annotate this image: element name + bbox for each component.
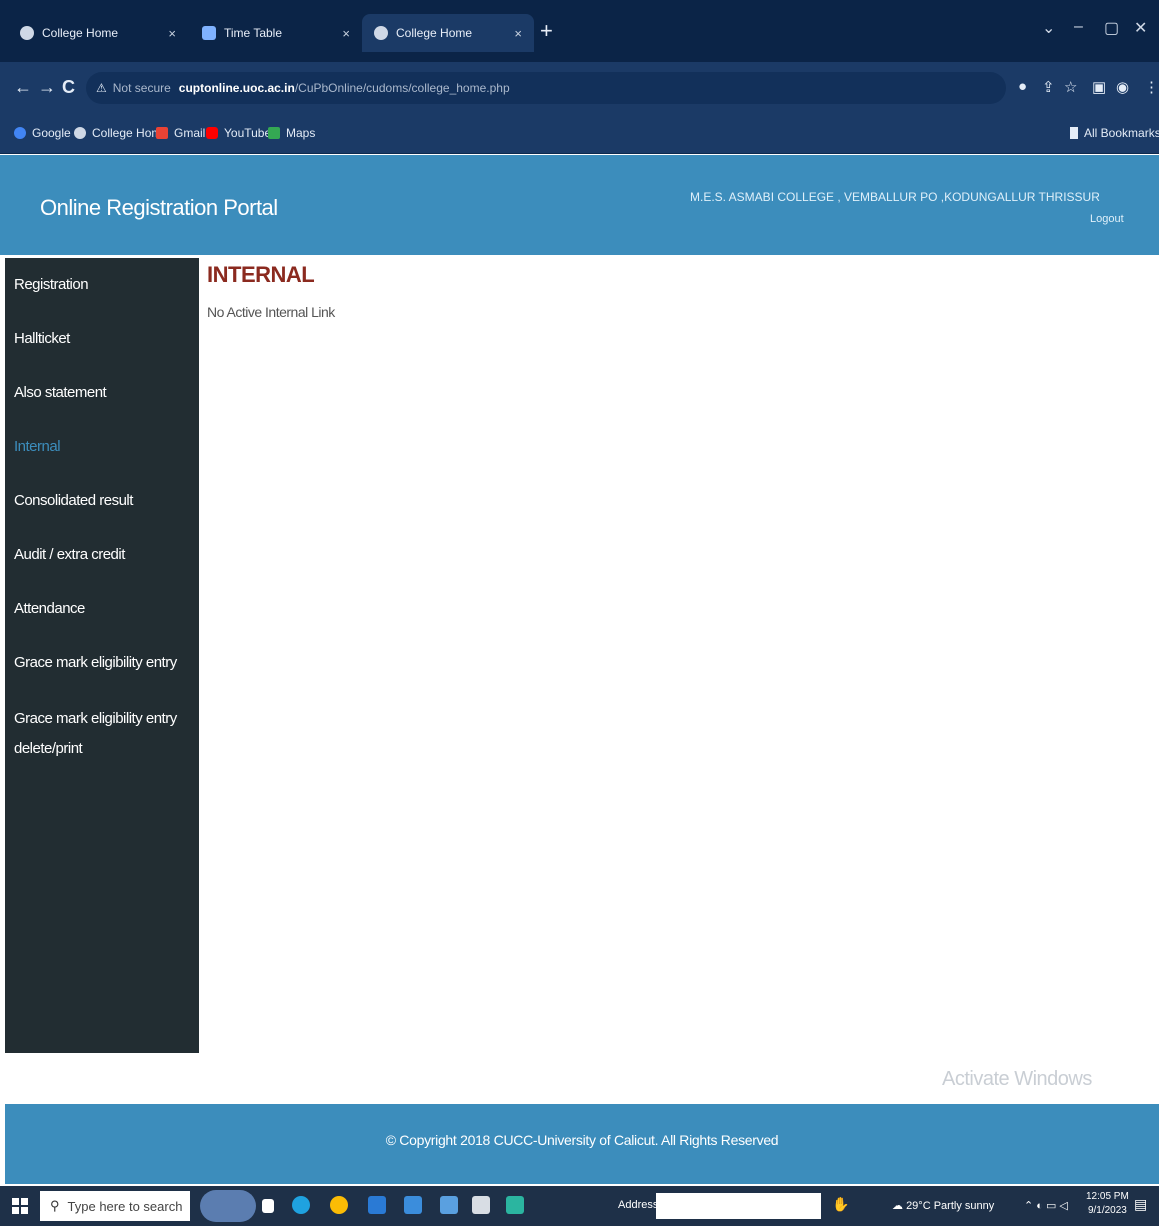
all-bookmarks-label: All Bookmarks	[1084, 126, 1159, 140]
clock-date: 9/1/2023	[1087, 1205, 1127, 1216]
all-bookmarks[interactable]: All Bookmarks	[1070, 126, 1159, 140]
google-lens-icon[interactable]: ●	[1018, 78, 1027, 95]
share-icon[interactable]: ⇪	[1042, 78, 1055, 96]
globe-icon	[74, 127, 86, 139]
bookmark-label: Google	[32, 126, 71, 140]
portal-header: Online Registration Portal M.E.S. ASMABI…	[0, 155, 1159, 255]
star-icon[interactable]: ☆	[1064, 78, 1077, 96]
taskbar-search-placeholder: Type here to search	[67, 1198, 183, 1214]
tab-college-home-active[interactable]: College Home ×	[362, 14, 534, 52]
logout-link[interactable]: Logout	[1090, 213, 1124, 225]
sidebar-item-consolidated-result[interactable]: Consolidated result	[14, 486, 194, 516]
sidebar-item-attendance[interactable]: Attendance	[14, 594, 194, 624]
tab-label: College Home	[42, 26, 119, 40]
copyright-text: © Copyright 2018 CUCC-University of Cali…	[385, 1132, 779, 1148]
windows-taskbar: ⚲ Type here to search Address ✋ ☁ 29°C P…	[0, 1186, 1159, 1226]
portal-footer: © Copyright 2018 CUCC-University of Cali…	[5, 1104, 1159, 1184]
people-icon[interactable]: ✋	[832, 1196, 849, 1213]
weather-widget[interactable]: ☁ 29°C Partly sunny	[892, 1199, 994, 1212]
search-icon: ⚲	[50, 1198, 60, 1213]
sidebar-item-registration[interactable]: Registration	[14, 270, 194, 300]
close-window-icon[interactable]: ✕	[1134, 18, 1147, 38]
notification-icon[interactable]: ▤	[1134, 1196, 1147, 1213]
tab-time-table[interactable]: Time Table ×	[190, 14, 362, 52]
address-bar[interactable]: ⚠ Not secure cuptonline.uoc.ac.in /CuPbO…	[86, 72, 1006, 104]
clock-time: 12:05 PM	[1086, 1191, 1129, 1202]
browser-toolbar: ← → C ⚠ Not secure cuptonline.uoc.ac.in …	[0, 62, 1159, 114]
bookmark-label: YouTube	[224, 126, 272, 140]
globe-icon	[20, 26, 34, 40]
maps-icon	[268, 127, 280, 139]
new-tab-button[interactable]: +	[540, 20, 553, 42]
back-icon[interactable]: ←	[14, 77, 32, 98]
sidebar-item-audit-extra-credit[interactable]: Audit / extra credit	[14, 540, 194, 570]
search-highlight-icon[interactable]	[200, 1190, 256, 1222]
college-name: M.E.S. ASMABI COLLEGE , VEMBALLUR PO ,KO…	[690, 190, 1100, 204]
sidebar-item-grace-mark-entry[interactable]: Grace mark eligibility entry	[14, 648, 194, 678]
portal-brand[interactable]: Online Registration Portal	[40, 195, 278, 221]
sidebar-item-hallticket[interactable]: Hallticket	[14, 324, 194, 354]
address-toolbar-label: Address	[618, 1199, 659, 1211]
tab-college-home-1[interactable]: College Home ×	[8, 14, 188, 52]
globe-icon	[374, 26, 388, 40]
bookmark-youtube[interactable]: YouTube	[206, 126, 271, 140]
url-path: /CuPbOnline/cudoms/college_home.php	[294, 81, 510, 95]
bookmark-google[interactable]: Google	[14, 126, 71, 140]
extensions-icon[interactable]: ▣	[1092, 78, 1106, 96]
page-title: INTERNAL	[207, 262, 315, 287]
empty-state-message: No Active Internal Link	[207, 304, 335, 320]
calendar-icon[interactable]	[440, 1196, 458, 1214]
sidebar-item-grace-mark-delete-print[interactable]: Grace mark eligibility entry delete/prin…	[14, 704, 194, 764]
bookmark-maps[interactable]: Maps	[268, 126, 315, 140]
url-host: cuptonline.uoc.ac.in	[178, 81, 295, 95]
youtube-icon	[206, 127, 218, 139]
warning-icon: ⚠	[96, 81, 107, 95]
tab-label: College Home	[396, 26, 473, 40]
weather-text: 29°C Partly sunny	[906, 1200, 995, 1212]
tab-search-icon[interactable]: ⌄	[1042, 18, 1055, 38]
bookmark-label: Maps	[286, 126, 316, 140]
bookmark-college-home[interactable]: College Home	[74, 126, 168, 140]
store-icon[interactable]	[368, 1196, 386, 1214]
weather-icon: ☁	[892, 1200, 907, 1212]
close-tab-icon[interactable]: ×	[342, 26, 350, 41]
activate-windows-watermark: Activate Windows	[942, 1068, 1092, 1090]
address-toolbar-input[interactable]	[656, 1193, 821, 1219]
google-icon	[14, 127, 26, 139]
forward-icon[interactable]: →	[38, 77, 56, 98]
tab-label: Time Table	[224, 26, 283, 40]
clock[interactable]: 12:05 PM 9/1/2023	[1086, 1190, 1129, 1218]
security-label[interactable]: Not secure	[113, 81, 171, 95]
gmail-icon	[156, 127, 168, 139]
bookmark-gmail[interactable]: Gmail	[156, 126, 205, 140]
files-icon[interactable]	[472, 1196, 490, 1214]
minimize-icon[interactable]: –	[1074, 18, 1083, 36]
bookmarks-bar: Google College Home Gmail YouTube Maps A…	[0, 114, 1159, 154]
sidebar-item-also-statement[interactable]: Also statement	[14, 378, 194, 408]
profile-avatar-icon[interactable]: ◉	[1116, 78, 1129, 96]
reload-icon[interactable]: C	[62, 77, 75, 98]
task-view-icon[interactable]	[262, 1199, 274, 1213]
mail-icon[interactable]	[404, 1196, 422, 1214]
maximize-icon[interactable]: ▢	[1104, 18, 1119, 38]
tray-icons[interactable]: ⌃ ◐ ▭ ◁	[1024, 1199, 1068, 1212]
browser-tab-bar: College Home × Time Table × College Home…	[0, 0, 1159, 62]
app-icon[interactable]	[506, 1196, 524, 1214]
page-icon	[202, 26, 216, 40]
main-content: INTERNAL No Active Internal Link	[207, 262, 335, 320]
close-tab-icon[interactable]: ×	[514, 26, 522, 41]
windows-start-icon[interactable]	[12, 1198, 28, 1214]
chrome-icon[interactable]	[330, 1196, 348, 1214]
sidebar-menu: Registration Hallticket Also statement I…	[5, 258, 199, 1053]
close-tab-icon[interactable]: ×	[168, 26, 176, 41]
edge-icon[interactable]	[292, 1196, 310, 1214]
sidebar-item-internal[interactable]: Internal	[14, 432, 194, 462]
bookmark-label: Gmail	[174, 126, 206, 140]
folder-icon	[1070, 127, 1078, 139]
taskbar-search[interactable]: ⚲ Type here to search	[40, 1191, 190, 1221]
menu-icon[interactable]: ⋮	[1144, 78, 1159, 96]
